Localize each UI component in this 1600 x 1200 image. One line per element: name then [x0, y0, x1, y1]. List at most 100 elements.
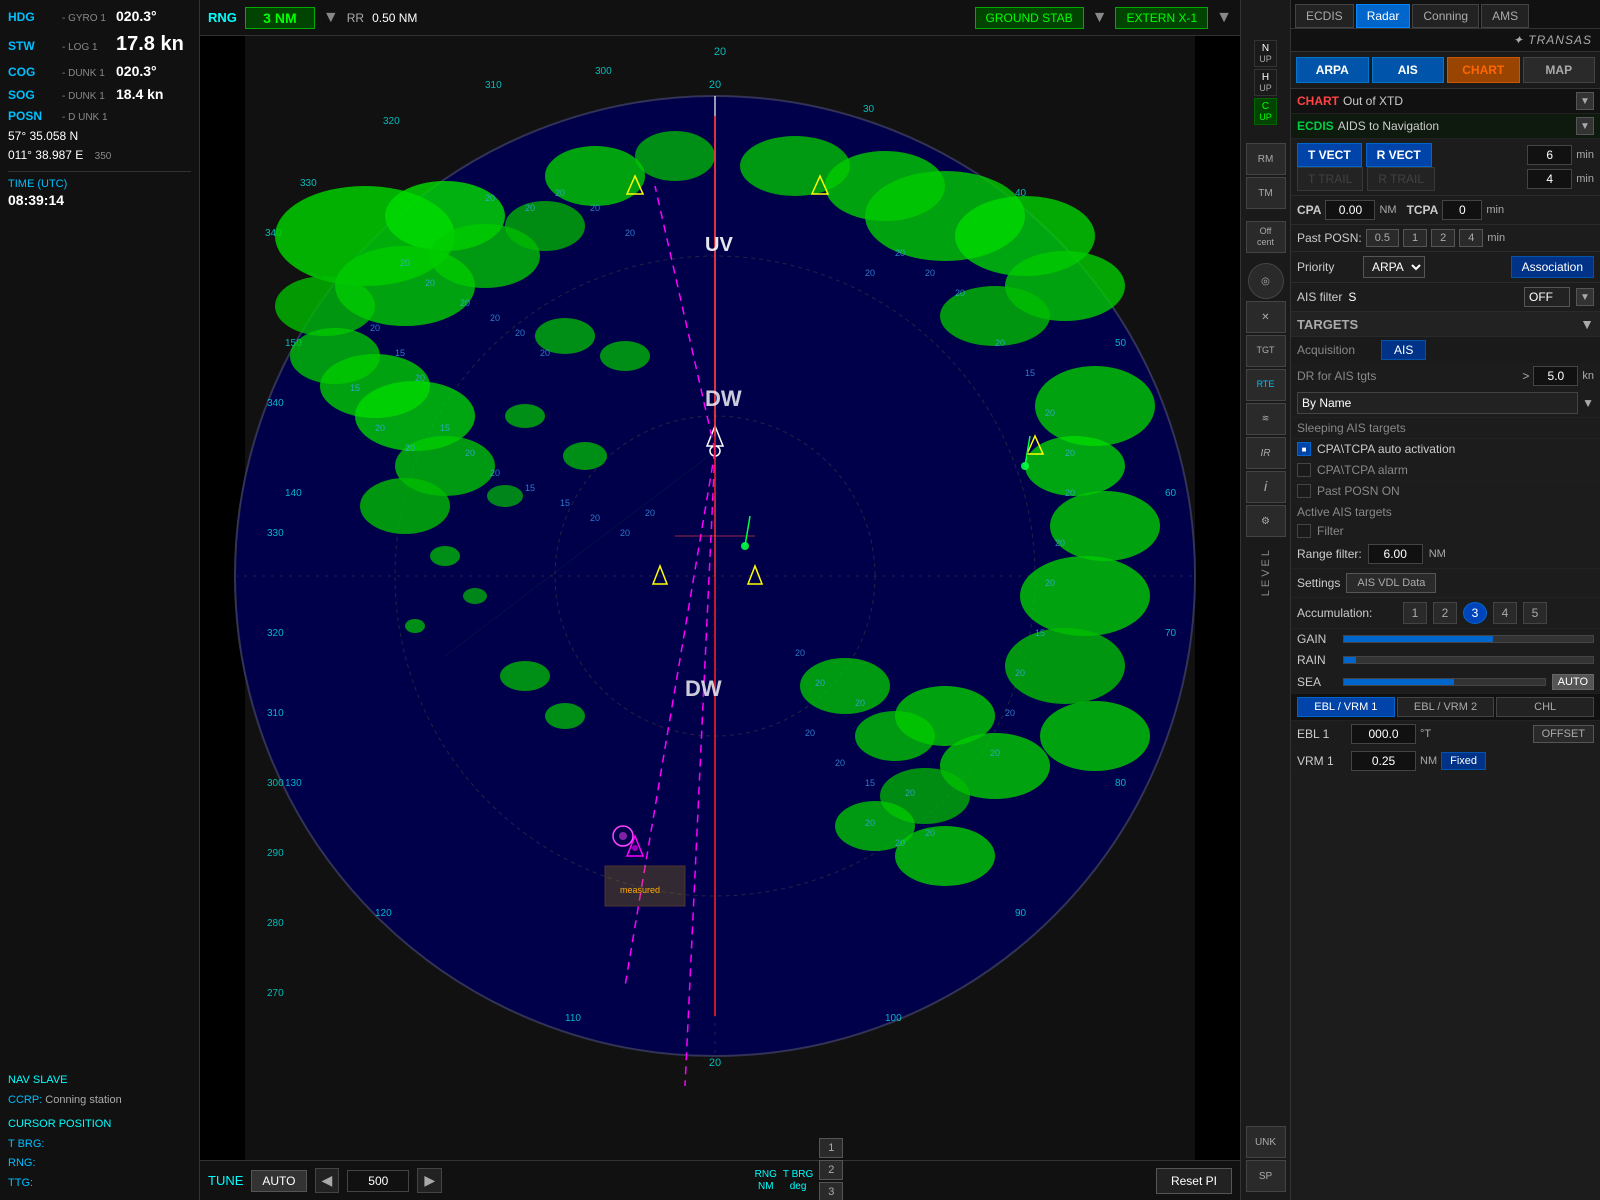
center-radar[interactable]: RNG 3 NM ▼ RR 0.50 NM GROUND STAB ▼ EXTE… — [200, 0, 1240, 1200]
past-posn-section: Past POSN: 0.5 1 2 4 min — [1291, 225, 1600, 252]
icon-x-btn[interactable]: ✕ — [1246, 301, 1286, 333]
accum-5[interactable]: 5 — [1523, 602, 1547, 624]
tab-ams[interactable]: AMS — [1481, 4, 1529, 28]
ais-vdl-btn[interactable]: AIS VDL Data — [1346, 573, 1436, 593]
targets-arrow[interactable]: ▼ — [1580, 316, 1594, 332]
radar-display[interactable]: 20 20 30 40 50 60 70 80 90 100 110 120 1… — [200, 36, 1240, 1160]
tab-radar[interactable]: Radar — [1356, 4, 1411, 28]
association-btn[interactable]: Association — [1511, 256, 1594, 278]
accum-4[interactable]: 4 — [1493, 602, 1517, 624]
dr-input[interactable] — [1533, 366, 1578, 386]
rsb-chart[interactable]: CHART — [1447, 57, 1520, 83]
accum-1[interactable]: 1 — [1403, 602, 1427, 624]
ebl1-input[interactable] — [1351, 724, 1416, 744]
vrm1-input[interactable] — [1351, 751, 1416, 771]
ccrp-row: CCRP: Conning station — [8, 1091, 191, 1111]
icon-wave-btn[interactable]: ≋ — [1246, 403, 1286, 435]
ebl-tab-2[interactable]: EBL / VRM 2 — [1397, 697, 1495, 717]
cpa-auto-checkbox[interactable]: ■ — [1297, 442, 1311, 456]
trail-value[interactable] — [1527, 169, 1572, 189]
rsb-arpa[interactable]: ARPA — [1296, 57, 1369, 83]
ebl1-offset-btn[interactable]: OFFSET — [1533, 725, 1594, 743]
cpa-label: CPA — [1297, 203, 1321, 217]
accum-3[interactable]: 3 — [1463, 602, 1487, 624]
icon-target-btn[interactable]: TGT — [1246, 335, 1286, 367]
offcent-btn[interactable]: Offcent — [1246, 221, 1286, 253]
icon-rte-btn[interactable]: RTE — [1246, 369, 1286, 401]
rng-value[interactable]: 3 NM — [245, 7, 315, 29]
posn-btn-4[interactable]: 4 — [1459, 229, 1483, 247]
chart-dropdown-arrow[interactable]: ▼ — [1576, 92, 1594, 110]
tvect-btn[interactable]: T VECT — [1297, 143, 1362, 167]
icon-i-btn[interactable]: i — [1246, 471, 1286, 503]
posn-btn-05[interactable]: 0.5 — [1366, 229, 1399, 247]
stab-arrow[interactable]: ▼ — [1092, 9, 1108, 27]
ecdis-dropdown-arrow[interactable]: ▼ — [1576, 117, 1594, 135]
tune-right-arrow[interactable]: ▶ — [417, 1168, 442, 1193]
vect-value[interactable] — [1527, 145, 1572, 165]
auto-btn[interactable]: AUTO — [251, 1170, 306, 1192]
rsb-map[interactable]: MAP — [1523, 57, 1596, 83]
icon-gear-btn[interactable]: ⚙ — [1246, 505, 1286, 537]
posn-lon: 011° 38.987 E — [8, 148, 83, 162]
rtrail-btn[interactable]: R TRAIL — [1367, 167, 1435, 191]
ebl-tab-chl[interactable]: CHL — [1496, 697, 1594, 717]
svg-text:300: 300 — [595, 66, 612, 77]
sea-auto[interactable]: AUTO — [1552, 674, 1594, 690]
accum-2[interactable]: 2 — [1433, 602, 1457, 624]
hup-btn[interactable]: H UP — [1254, 69, 1277, 96]
past-posn-on-checkbox[interactable] — [1297, 484, 1311, 498]
tcpa-input[interactable] — [1442, 200, 1482, 220]
ttrail-btn[interactable]: T TRAIL — [1297, 167, 1363, 191]
vrm1-fixed-btn[interactable]: Fixed — [1441, 752, 1486, 770]
cpa-input[interactable] — [1325, 200, 1375, 220]
rvect-btn[interactable]: R VECT — [1366, 143, 1432, 167]
nup-btn[interactable]: N UP — [1254, 40, 1277, 67]
sp-btn[interactable]: SP — [1246, 1160, 1286, 1192]
cpa-alarm-checkbox[interactable] — [1297, 463, 1311, 477]
svg-text:15: 15 — [395, 348, 405, 358]
tab-ecdis[interactable]: ECDIS — [1295, 4, 1354, 28]
posn-label: POSN — [8, 107, 58, 125]
icon-ir-btn[interactable]: IR — [1246, 437, 1286, 469]
extern-arrow[interactable]: ▼ — [1216, 9, 1232, 27]
tune-left-arrow[interactable]: ◀ — [315, 1168, 340, 1193]
svg-text:20: 20 — [855, 698, 865, 708]
tab-conning[interactable]: Conning — [1412, 4, 1479, 28]
byname-select[interactable]: By Name — [1297, 392, 1578, 414]
extern-box[interactable]: EXTERN X-1 — [1115, 7, 1208, 29]
tm-btn[interactable]: TM — [1246, 177, 1286, 209]
rsb-ais[interactable]: AIS — [1372, 57, 1445, 83]
svg-text:20: 20 — [620, 528, 630, 538]
top-tabs: ECDIS Radar Conning AMS — [1291, 0, 1600, 29]
pi-btn-2[interactable]: 2 — [819, 1160, 843, 1180]
pi-btn-3[interactable]: 3 — [819, 1182, 843, 1200]
filter-checkbox[interactable] — [1297, 524, 1311, 538]
priority-select[interactable]: ARPA — [1363, 256, 1425, 278]
unk-btn[interactable]: UNK — [1246, 1126, 1286, 1158]
ais-filter-arrow[interactable]: ▼ — [1576, 288, 1594, 306]
acq-btn[interactable]: AIS — [1381, 340, 1426, 360]
rain-track[interactable] — [1343, 656, 1594, 664]
rm-btn[interactable]: RM — [1246, 143, 1286, 175]
gain-track[interactable] — [1343, 635, 1594, 643]
reset-pi-btn[interactable]: Reset PI — [1156, 1168, 1232, 1194]
icon-circle-btn[interactable]: ◎ — [1248, 263, 1284, 299]
dr-row: DR for AIS tgts > kn — [1291, 363, 1600, 389]
posn-btn-2[interactable]: 2 — [1431, 229, 1455, 247]
stab-box[interactable]: GROUND STAB — [975, 7, 1084, 29]
ais-filter-select[interactable]: OFF — [1524, 287, 1570, 307]
posn-btn-1[interactable]: 1 — [1403, 229, 1427, 247]
settings-label: Settings — [1297, 576, 1340, 590]
rf-input[interactable] — [1368, 544, 1423, 564]
rng-dropdown-arrow[interactable]: ▼ — [323, 9, 339, 27]
ebl-tab-1[interactable]: EBL / VRM 1 — [1297, 697, 1395, 717]
sea-track[interactable] — [1343, 678, 1546, 686]
chart-dropdown: CHART Out of XTD ▼ — [1291, 89, 1600, 114]
pi-btn-1[interactable]: 1 — [819, 1138, 843, 1158]
cup-btn[interactable]: C UP — [1254, 98, 1277, 125]
byname-arrow[interactable]: ▼ — [1582, 396, 1594, 410]
cpa-auto-row: ■ CPA\TCPA auto activation — [1291, 439, 1600, 460]
transas-text: ✦ TRANSAS — [1513, 33, 1592, 47]
svg-text:15: 15 — [525, 483, 535, 493]
